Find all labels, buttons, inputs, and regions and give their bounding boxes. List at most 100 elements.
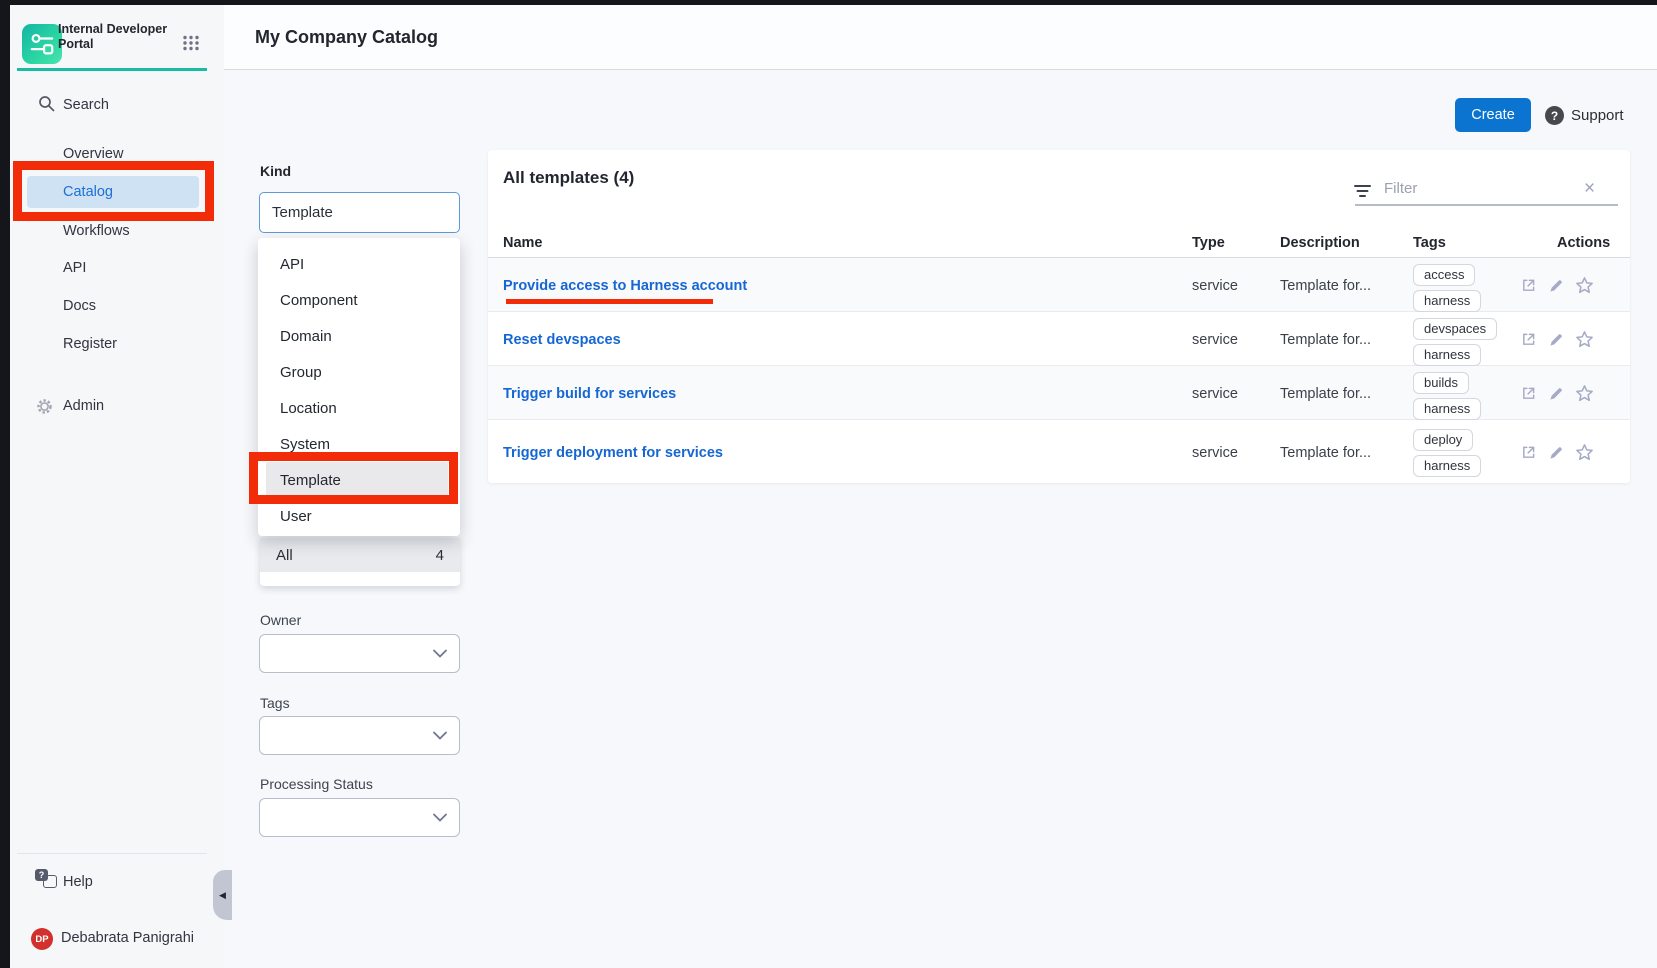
column-header-actions: Actions [1557,235,1610,251]
sidebar-item-docs[interactable]: Docs [63,297,96,315]
kind-option-component[interactable]: Component [258,282,460,318]
template-link[interactable]: Provide access to Harness account [503,278,747,294]
filter-clear-icon[interactable]: × [1584,178,1595,200]
tag-badge: harness [1413,455,1481,477]
column-header-type[interactable]: Type [1192,235,1225,251]
gear-icon [36,398,53,420]
app-window: Internal Developer Portal Search Overvie… [0,0,1657,968]
chevron-down-icon [433,813,447,822]
processing-status-select[interactable] [259,798,460,837]
kind-option-api[interactable]: API [258,246,460,282]
app-title-line1: Internal Developer [58,22,176,37]
table-filter-input[interactable]: Filter [1384,180,1417,197]
edit-pencil-icon[interactable] [1548,445,1564,461]
tag-badge: harness [1413,290,1481,312]
user-name[interactable]: Debabrata Panigrahi [61,929,194,947]
apps-grid-icon[interactable] [182,35,200,56]
user-avatar[interactable]: DP [31,928,53,950]
kind-option-group[interactable]: Group [258,354,460,390]
star-icon[interactable] [1575,330,1594,349]
template-link[interactable]: Trigger deployment for services [503,445,723,461]
row-description: Template for... [1280,332,1371,348]
page-title: My Company Catalog [255,27,438,48]
filter-icon [1354,184,1371,203]
tag-badge: deploy [1413,429,1473,451]
sidebar-item-help[interactable]: Help [63,873,93,891]
sidebar-item-catalog-label: Catalog [63,184,113,200]
brand-divider [17,68,207,71]
question-glyph: ? [1551,109,1558,123]
kind-option-domain[interactable]: Domain [258,318,460,354]
row-type: service [1192,445,1238,461]
open-in-new-icon[interactable] [1520,277,1537,294]
column-header-name[interactable]: Name [503,235,543,251]
support-link[interactable]: Support [1571,107,1624,124]
kind-select[interactable]: Template [259,192,460,233]
type-all-count: 4 [436,547,444,564]
open-in-new-icon[interactable] [1520,385,1537,402]
filter-input-underline [1355,204,1618,206]
sidebar-collapse-handle[interactable]: ◀ [213,870,232,920]
sidebar-item-register[interactable]: Register [63,335,117,353]
kind-dropdown-menu: API Component Domain Group Location Syst… [258,238,460,536]
owner-select[interactable] [259,634,460,673]
table-title: All templates (4) [503,168,634,188]
chevron-down-icon [433,731,447,740]
row-type: service [1192,332,1238,348]
sidebar-item-api[interactable]: API [63,259,86,277]
kind-option-location[interactable]: Location [258,390,460,426]
support-help-icon[interactable]: ? [1545,106,1564,125]
open-in-new-icon[interactable] [1520,444,1537,461]
row-description: Template for... [1280,445,1371,461]
app-title: Internal Developer Portal [58,22,176,52]
star-icon[interactable] [1575,443,1594,462]
edit-pencil-icon[interactable] [1548,386,1564,402]
row-type: service [1192,278,1238,294]
pipeline-logo-glyph [25,27,59,61]
kind-option-system[interactable]: System [258,426,460,462]
kind-option-user[interactable]: User [258,498,460,534]
open-in-new-icon[interactable] [1520,331,1537,348]
app-logo-icon[interactable] [22,24,62,64]
type-filter-all-row[interactable]: All 4 [260,538,460,572]
tags-filter-label: Tags [260,695,290,711]
tags-select[interactable] [259,716,460,755]
row-description: Template for... [1280,386,1371,402]
edit-pencil-icon[interactable] [1548,332,1564,348]
sidebar-item-admin[interactable]: Admin [63,397,104,415]
sidebar-item-overview[interactable]: Overview [63,145,123,163]
tag-badge: harness [1413,344,1481,366]
app-title-line2: Portal [58,37,176,52]
sidebar: Internal Developer Portal Search Overvie… [10,5,225,968]
sidebar-item-catalog[interactable]: Catalog [27,176,199,208]
column-header-tags[interactable]: Tags [1413,235,1446,251]
sidebar-item-search[interactable]: Search [63,96,109,114]
sidebar-divider [17,853,207,854]
create-button-label: Create [1471,107,1515,123]
sidebar-item-workflows[interactable]: Workflows [63,222,130,240]
column-header-description[interactable]: Description [1280,235,1360,251]
template-link[interactable]: Trigger build for services [503,386,676,402]
table-row: Trigger build for services service Templ… [488,366,1630,420]
tag-badge: harness [1413,398,1481,420]
template-link[interactable]: Reset devspaces [503,332,621,348]
kind-option-template-selected[interactable]: Template [266,462,448,498]
edit-pencil-icon[interactable] [1548,278,1564,294]
kind-label: Kind [260,163,291,179]
star-icon[interactable] [1575,384,1594,403]
star-icon[interactable] [1575,276,1594,295]
tag-badge: builds [1413,372,1469,394]
type-all-label: All [276,547,293,564]
table-row: Provide access to Harness account servic… [488,258,1630,312]
collapse-arrow-icon: ◀ [219,890,226,901]
row-description: Template for... [1280,278,1371,294]
kind-select-value: Template [272,204,333,221]
tag-badge: access [1413,264,1475,286]
search-icon [38,95,55,117]
table-row: Trigger deployment for services service … [488,420,1630,483]
row-type: service [1192,386,1238,402]
page-header [224,5,1657,70]
processing-status-label: Processing Status [260,776,373,792]
create-button[interactable]: Create [1455,98,1531,132]
help-icon: ? [35,869,57,891]
